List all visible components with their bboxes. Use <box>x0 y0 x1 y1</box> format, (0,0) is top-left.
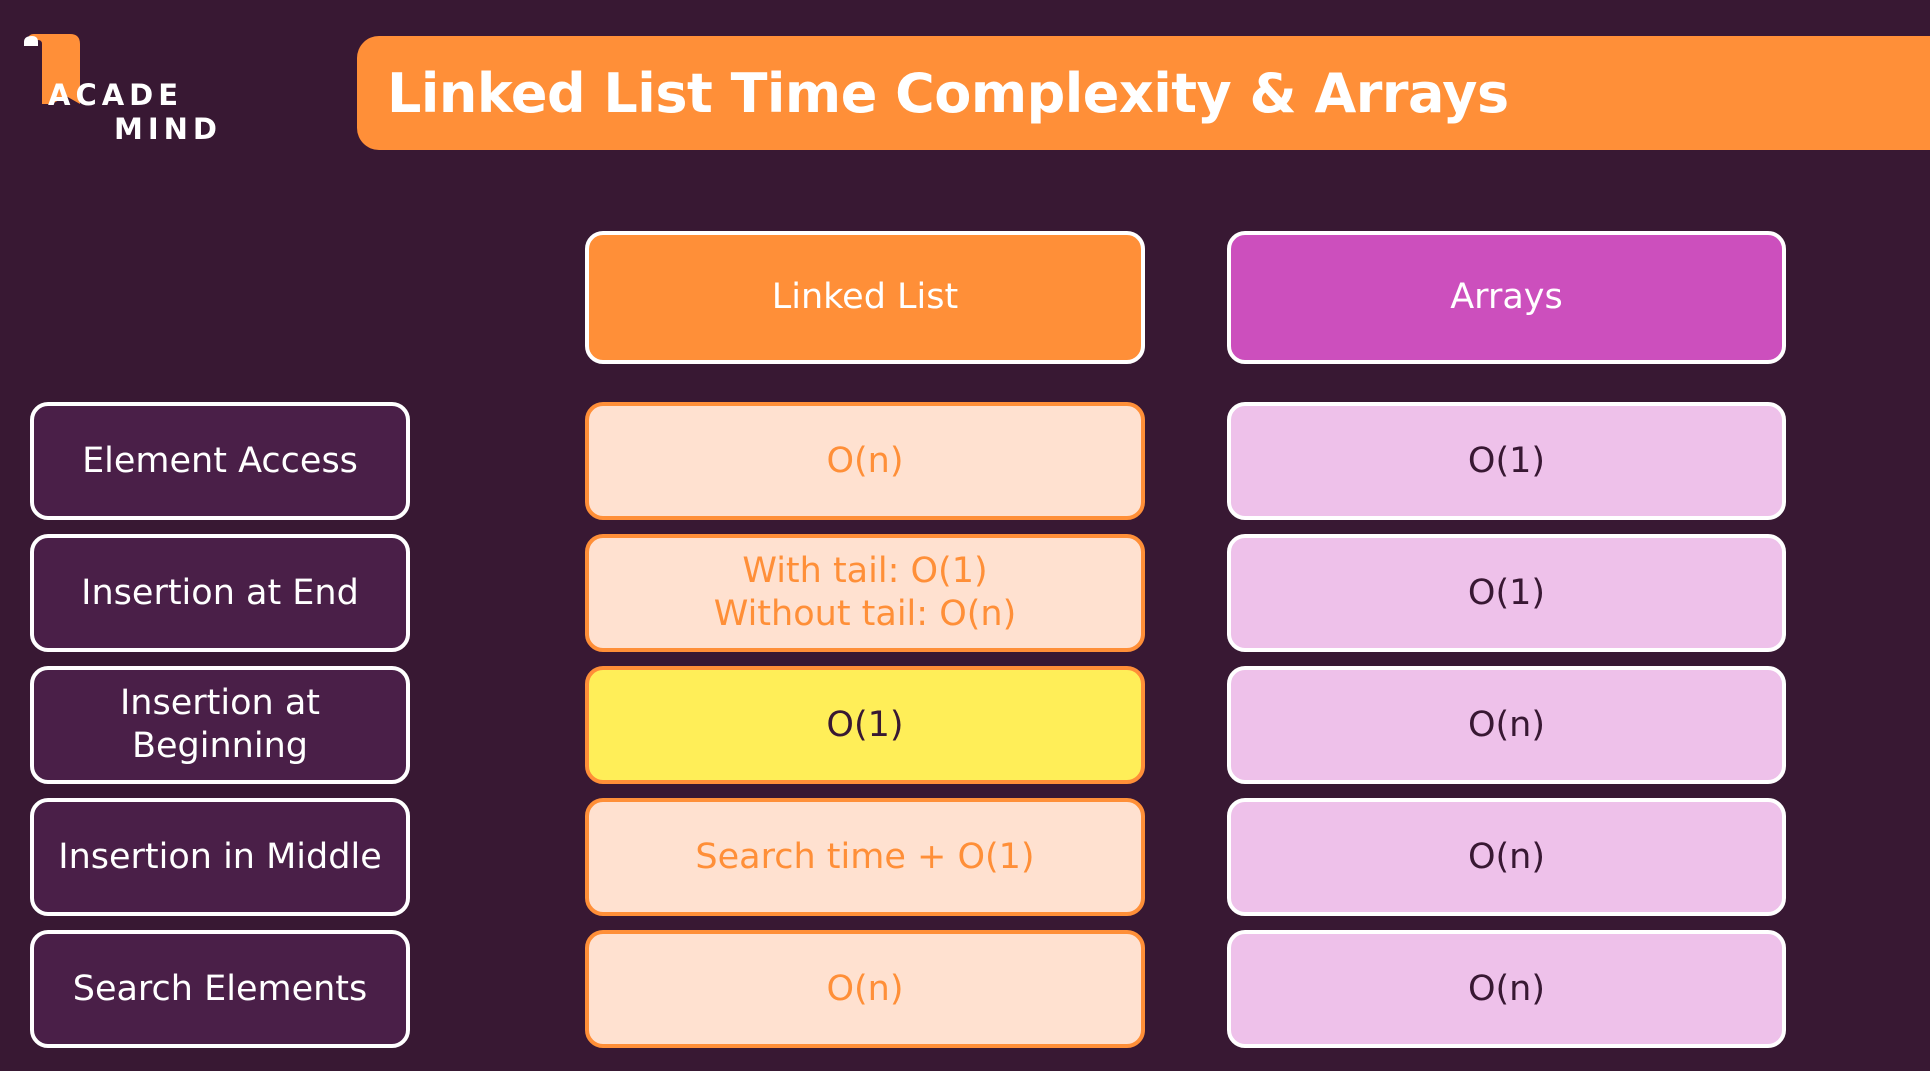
arrays-element-access: O(1) <box>1227 402 1786 520</box>
linked-list-element-access: O(n) <box>585 402 1145 520</box>
linked-list-insertion-at-end-without-tail: Without tail: O(n) <box>713 594 1017 634</box>
arrays-search-elements: O(n) <box>1227 930 1786 1048</box>
row-label-insertion-at-end: Insertion at End <box>30 534 410 652</box>
academind-logo: ACADE MIND <box>24 34 224 146</box>
linked-list-insertion-in-middle: Search time + O(1) <box>585 798 1145 916</box>
logo-text-line1: ACADE <box>48 78 184 112</box>
row-label-element-access: Element Access <box>30 402 410 520</box>
logo-text-line2: MIND <box>114 112 222 146</box>
column-header-linked-list: Linked List <box>585 231 1145 364</box>
title-banner: Linked List Time Complexity & Arrays <box>357 36 1930 150</box>
row-label-search-elements: Search Elements <box>30 930 410 1048</box>
row-label-insertion-in-middle: Insertion in Middle <box>30 798 410 916</box>
linked-list-search-elements: O(n) <box>585 930 1145 1048</box>
linked-list-insertion-at-end-with-tail: With tail: O(1) <box>742 551 988 592</box>
slide-title: Linked List Time Complexity & Arrays <box>387 61 1509 125</box>
linked-list-insertion-at-beginning: O(1) <box>585 666 1145 784</box>
arrays-insertion-at-end: O(1) <box>1227 534 1786 652</box>
column-header-arrays: Arrays <box>1227 231 1786 364</box>
arrays-insertion-at-beginning: O(n) <box>1227 666 1786 784</box>
row-label-insertion-at-beginning: Insertion at Beginning <box>30 666 410 784</box>
linked-list-insertion-at-end: With tail: O(1) Without tail: O(n) <box>585 534 1145 652</box>
arrays-insertion-in-middle: O(n) <box>1227 798 1786 916</box>
